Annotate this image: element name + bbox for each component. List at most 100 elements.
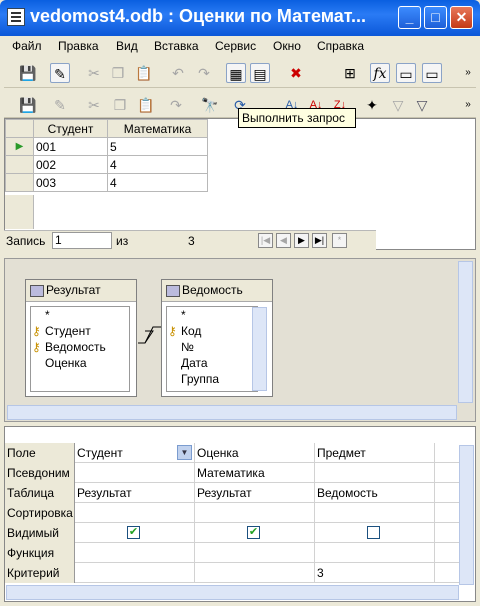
field-cell[interactable]: Студент ▼ [75,443,195,463]
record-of-label: из [116,234,129,248]
save-record-icon[interactable]: 💾 [18,95,38,115]
row-label: Функция [5,543,75,563]
undo-icon[interactable]: ↶ [168,63,188,83]
table-cell[interactable]: Результат [195,483,315,503]
table-view-icon[interactable]: ▭ [396,63,416,83]
maximize-button[interactable]: □ [424,6,447,29]
menu-file[interactable]: Файл [12,39,42,53]
table-title[interactable]: Результат [26,280,136,302]
redo-data-icon[interactable]: ↷ [166,95,186,115]
copy-data-icon[interactable]: ❐ [110,95,130,115]
grid-horizontal-scrollbar[interactable] [6,585,459,600]
function-icon[interactable]: fx [370,63,390,83]
field-item[interactable]: Студент [31,323,129,339]
field-value: Студент [77,446,123,460]
cell[interactable]: 4 [107,155,208,174]
visible-checkbox[interactable] [367,526,380,539]
cell[interactable]: 001 [33,137,108,156]
table-cell[interactable]: Ведомость [315,483,435,503]
copy-icon[interactable]: ❐ [108,63,128,83]
function-cell[interactable] [315,543,435,563]
cell[interactable]: 002 [33,155,108,174]
visible-checkbox[interactable]: ✔ [127,526,140,539]
menu-edit[interactable]: Правка [58,39,99,53]
edit-icon[interactable]: ✎ [50,63,70,83]
criteria-cell[interactable] [75,563,195,583]
cut-icon[interactable]: ✂ [84,63,104,83]
table-box-result[interactable]: Результат * Студент Ведомость Оценка [25,279,137,397]
cell[interactable]: 003 [33,173,108,192]
design-horizontal-scrollbar[interactable] [7,405,457,420]
menu-tools[interactable]: Сервис [215,39,256,53]
redo-icon[interactable]: ↷ [194,63,214,83]
visible-cell: ✔ [75,523,195,543]
filter-icon[interactable]: ▽ [412,95,432,115]
autofilter-icon[interactable]: ✦ [362,95,382,115]
delete-icon[interactable]: ✖ [286,63,306,83]
field-item[interactable]: Группа [167,371,257,387]
alias-icon[interactable]: ▭ [422,63,442,83]
table-row[interactable]: 003 4 [5,173,208,192]
field-item[interactable]: Оценка [31,355,129,371]
field-item[interactable]: Ведомость [31,339,129,355]
menu-window[interactable]: Окно [273,39,301,53]
cell[interactable]: 4 [107,173,208,192]
standard-toolbar: 💾 ✎ ✂ ❐ 📋 ↶ ↷ ▦ ▤ ✖ ⊞ fx ▭ ▭ » [4,58,476,88]
query-icon[interactable]: ▦ [226,63,246,83]
alias-cell[interactable] [315,463,435,483]
sort-cell[interactable] [75,503,195,523]
toolbar2-more-icon[interactable]: » [462,95,474,115]
field-item[interactable]: * [31,307,129,323]
field-item[interactable]: № [167,339,257,355]
table-title[interactable]: Ведомость [162,280,272,302]
grid-vertical-scrollbar[interactable] [459,445,474,585]
criteria-cell[interactable]: 3 [315,563,435,583]
cut-data-icon[interactable]: ✂ [84,95,104,115]
field-cell[interactable]: Оценка [195,443,315,463]
column-header[interactable]: Студент [33,119,108,138]
alias-cell[interactable] [75,463,195,483]
menu-view[interactable]: Вид [116,39,138,53]
toolbar-more-icon[interactable]: » [462,63,474,83]
menu-help[interactable]: Справка [317,39,364,53]
table-cell[interactable]: Результат [75,483,195,503]
criteria-cell[interactable] [195,563,315,583]
new-record-button[interactable]: * [332,233,347,248]
edit-data-icon[interactable]: ✎ [50,95,70,115]
field-item[interactable]: Код [167,323,257,339]
design-vertical-scrollbar[interactable] [458,261,473,403]
paste-data-icon[interactable]: 📋 [136,95,156,115]
function-cell[interactable] [195,543,315,563]
sort-cell[interactable] [315,503,435,523]
table-row[interactable]: ▶ 001 5 [5,137,208,156]
minimize-button[interactable]: _ [398,6,421,29]
grid-row-alias: Псевдоним Математика [5,463,461,483]
column-header[interactable]: Математика [107,119,208,138]
design-icon[interactable]: ▤ [250,63,270,83]
field-cell[interactable]: Предмет [315,443,435,463]
field-item[interactable]: * [167,307,257,323]
table-box-vedomost[interactable]: Ведомость * Код № Дата Группа [161,279,273,397]
close-button[interactable]: ✕ [450,6,473,29]
prev-record-button[interactable]: ◀ [276,233,291,248]
sort-cell[interactable] [195,503,315,523]
visible-checkbox[interactable]: ✔ [247,526,260,539]
function-cell[interactable] [75,543,195,563]
menu-insert[interactable]: Вставка [154,39,199,53]
save-icon[interactable]: 💾 [18,63,38,83]
record-number-input[interactable]: 1 [52,232,112,249]
cell[interactable]: 5 [107,137,208,156]
add-table-icon[interactable]: ⊞ [340,63,360,83]
grid-row-criteria: Критерий 3 [5,563,461,583]
field-item[interactable]: Дата [167,355,257,371]
alias-cell[interactable]: Математика [195,463,315,483]
last-record-button[interactable]: ▶| [312,233,327,248]
paste-icon[interactable]: 📋 [134,63,154,83]
next-record-button[interactable]: ▶ [294,233,309,248]
table-row[interactable]: 002 4 [5,155,208,174]
first-record-button[interactable]: |◀ [258,233,273,248]
find-icon[interactable]: 🔭 [200,95,220,115]
chevron-down-icon[interactable]: ▼ [177,445,192,460]
field-list-scrollbar[interactable] [252,307,267,391]
standard-filter-icon[interactable]: ▽ [388,95,408,115]
